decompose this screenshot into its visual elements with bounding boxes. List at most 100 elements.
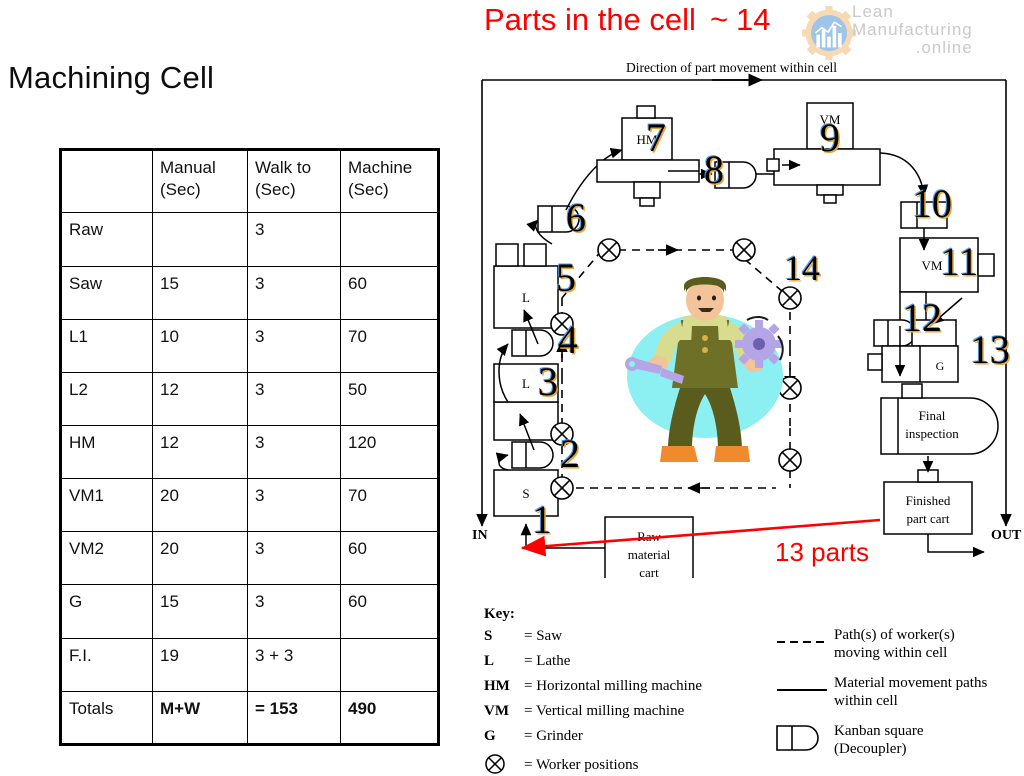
machine-cell: 70 xyxy=(340,318,439,373)
station-number-1: 1 xyxy=(532,497,552,542)
walk-cell: 3 xyxy=(247,531,341,586)
svg-text:L: L xyxy=(522,290,530,305)
key-code-g: G xyxy=(484,728,496,744)
svg-text:Final: Final xyxy=(919,408,946,423)
table-row: VM1 20 3 70 xyxy=(60,478,439,533)
station-number-6: 6 xyxy=(566,195,586,240)
page-title: Machining Cell xyxy=(8,60,215,95)
table-body: Manual (Sec) Walk to (Sec) Machine (Sec) Raw 3 S… xyxy=(60,148,439,746)
lean-manufacturing-logo: Lean Manufacturing .online xyxy=(790,2,1022,64)
station-number-9: 9 xyxy=(820,115,840,160)
machine-cell: 120 xyxy=(340,424,439,480)
manual-cell xyxy=(152,212,248,267)
station-cell: HM xyxy=(60,424,153,480)
svg-text:S: S xyxy=(522,486,529,501)
machine-cell xyxy=(340,212,439,267)
key-item-grinder: G = Grinder xyxy=(484,728,583,745)
cell-diagram-panel: Parts in the cell ~14 Lean Manufacturing… xyxy=(462,0,1024,776)
headline-count: 14 xyxy=(736,2,771,37)
station-cell: F.I. xyxy=(60,637,153,692)
machine-cell: 70 xyxy=(340,478,439,533)
worker-position-icon xyxy=(778,448,802,472)
walk-cell: 3 xyxy=(247,584,341,639)
manual-cell: 20 xyxy=(152,531,248,586)
key-item-saw: S = Saw xyxy=(484,628,562,645)
dashed-line-icon xyxy=(777,641,827,643)
machine-cell: 60 xyxy=(340,531,439,586)
walk-cell: 3 xyxy=(247,265,341,320)
manual-cell: 15 xyxy=(152,584,248,639)
svg-text:G: G xyxy=(936,359,945,373)
column-header-2: Walk to (Sec) xyxy=(247,148,341,214)
kanban-square-icon xyxy=(776,725,819,751)
station-cell: L1 xyxy=(60,318,153,373)
key-item-vertical-mill: VM = Vertical milling machine xyxy=(484,703,684,720)
legend-kanban-line2: (Decoupler) xyxy=(834,741,907,757)
direction-caption: Direction of part movement within cell xyxy=(626,60,838,75)
logo-wordmark: Lean Manufacturing .online xyxy=(852,3,973,57)
station-number-2: 2 xyxy=(560,431,580,476)
manual-cell: 20 xyxy=(152,478,248,533)
svg-text:part cart: part cart xyxy=(907,511,950,526)
walk-cell: 3 xyxy=(247,478,341,533)
svg-text:Finished: Finished xyxy=(906,493,951,508)
slide-canvas: Machining Cell Manual (Sec) Walk to (Sec) Ma… xyxy=(0,0,1024,776)
key-item-horizontal-mill: HM = Horizontal milling machine xyxy=(484,678,702,695)
logo-line-3: .online xyxy=(915,38,973,57)
solid-line-icon xyxy=(777,689,827,691)
column-header-0 xyxy=(60,148,153,214)
manual-cell: 12 xyxy=(152,371,248,427)
table-row: G 15 3 60 xyxy=(60,584,439,639)
totals-walk: = 153 xyxy=(247,690,341,746)
totals-manual: M+W xyxy=(152,690,248,746)
svg-text:material: material xyxy=(628,547,671,562)
station-cell: G xyxy=(60,584,153,639)
table-row: F.I. 19 3 + 3 xyxy=(60,637,439,692)
key-item-worker-positions: = Worker positions xyxy=(484,753,638,775)
headline-tilde: ~ xyxy=(709,2,729,37)
key-code-l: L xyxy=(484,653,495,669)
key-item-lathe: L = Lathe xyxy=(484,653,570,670)
table-row: L1 10 3 70 xyxy=(60,318,439,373)
station-number-7: 7 xyxy=(646,115,666,160)
legend-worker-path-line1: Path(s) of worker(s) xyxy=(834,627,955,643)
manual-cell: 10 xyxy=(152,318,248,373)
walk-cell: 3 xyxy=(247,212,341,267)
table-totals-row: Totals M+W = 153 490 xyxy=(60,690,439,746)
station-number-3: 3 xyxy=(538,359,558,404)
table-row: HM 12 3 120 xyxy=(60,424,439,480)
manual-cell: 15 xyxy=(152,265,248,320)
totals-label: Totals xyxy=(60,690,153,746)
walk-cell: 3 + 3 xyxy=(247,637,341,692)
station-number-8: 8 xyxy=(704,147,724,192)
walk-cell: 3 xyxy=(247,424,341,480)
machining-cell-cycle-time-table: Manual (Sec) Walk to (Sec) Machine (Sec) Raw 3 S… xyxy=(59,148,440,746)
station-cell: Raw xyxy=(60,212,153,267)
station-cell: Saw xyxy=(60,265,153,320)
svg-text:cart: cart xyxy=(639,565,659,578)
thirteen-parts-annotation: 13 parts xyxy=(775,537,869,567)
station-number-12: 12 xyxy=(902,295,942,340)
station-number-13: 13 xyxy=(970,327,1010,372)
parts-in-cell-headline: Parts in the cell ~14 xyxy=(484,2,771,38)
svg-text:L: L xyxy=(522,376,530,391)
key-desc-hm: = Horizontal milling machine xyxy=(524,678,703,694)
svg-text:inspection: inspection xyxy=(905,426,959,441)
column-header-3: Machine (Sec) xyxy=(340,148,439,214)
worker-position-icon xyxy=(550,476,574,500)
headline-text: Parts in the cell xyxy=(484,2,696,37)
worker-position-icon xyxy=(597,238,621,262)
legend-material-path-line1: Material movement paths xyxy=(834,675,988,691)
logo-line-2: Manufacturing xyxy=(852,20,973,39)
key-code-hm: HM xyxy=(484,678,510,694)
worker-illustration xyxy=(625,277,784,462)
key-title: Key: xyxy=(484,606,515,622)
logo-line-1: Lean xyxy=(852,2,894,21)
table-row: Raw 3 xyxy=(60,212,439,267)
diagram-key: Key: S = Saw L = Lathe HM = Horizontal mill… xyxy=(476,606,1024,774)
machine-cell xyxy=(340,637,439,692)
machining-cell-diagram: Direction of part movement within cell S… xyxy=(462,58,1024,594)
key-desc-worker: = Worker positions xyxy=(524,757,639,773)
totals-machine: 490 xyxy=(340,690,439,746)
machine-cell: 60 xyxy=(340,265,439,320)
